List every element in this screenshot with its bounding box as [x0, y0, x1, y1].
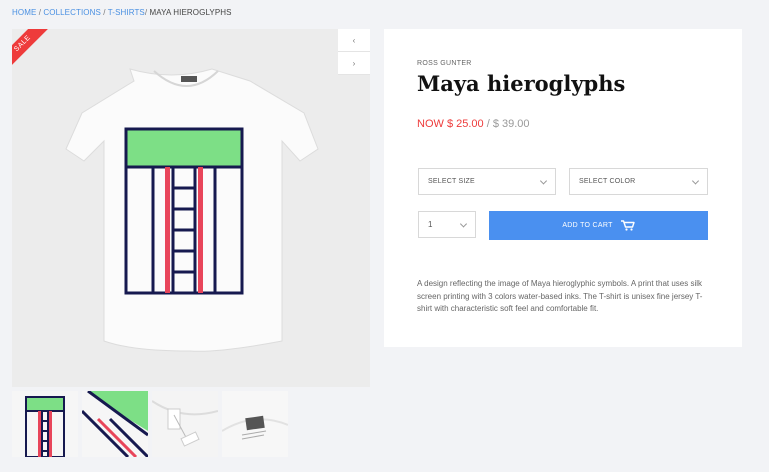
- chevron-down-icon: [539, 176, 548, 185]
- color-select[interactable]: SELECT COLOR: [569, 168, 708, 195]
- chevron-left-icon: ‹: [352, 35, 356, 45]
- breadcrumb-current: MAYA HIEROGLYPHS: [149, 8, 232, 17]
- thumbnail-2[interactable]: [82, 391, 148, 457]
- original-price: $ 39.00: [492, 118, 530, 130]
- breadcrumb-home-link[interactable]: HOME: [12, 8, 36, 17]
- thumbnail-image: [82, 391, 148, 457]
- color-select-label: SELECT COLOR: [579, 178, 636, 185]
- chevron-right-icon: ›: [352, 58, 356, 68]
- previous-image-button[interactable]: ‹: [338, 29, 370, 52]
- sale-price: NOW $ 25.00: [417, 118, 484, 130]
- breadcrumb-separator: /: [100, 8, 108, 17]
- cart-icon: [620, 220, 635, 231]
- size-select[interactable]: SELECT SIZE: [418, 168, 556, 195]
- tshirt-illustration: [12, 29, 338, 387]
- product-details-card: ROSS GUNTER Maya hieroglyphs NOW $ 25.00…: [384, 29, 742, 347]
- breadcrumb-tshirts-link[interactable]: T-SHIRTS: [108, 8, 145, 17]
- thumbnail-strip: [12, 391, 288, 457]
- thumbnail-1[interactable]: [12, 391, 78, 457]
- add-to-cart-label: ADD TO CART: [562, 222, 613, 229]
- image-gallery-background: [338, 75, 370, 387]
- thumbnail-image: [12, 391, 78, 457]
- chevron-down-icon: [691, 176, 700, 185]
- product-description: A design reflecting the image of Maya hi…: [417, 279, 703, 313]
- breadcrumb-collections-link[interactable]: COLLECTIONS: [43, 8, 101, 17]
- product-vendor[interactable]: ROSS GUNTER: [417, 60, 472, 67]
- thumbnail-image: [152, 391, 218, 457]
- product-price: NOW $ 25.00 / $ 39.00: [417, 118, 530, 130]
- breadcrumb: HOME / COLLECTIONS / T-SHIRTS/ MAYA HIER…: [12, 8, 232, 17]
- main-product-image[interactable]: SALE: [12, 29, 338, 387]
- quantity-value: 1: [428, 220, 433, 229]
- chevron-down-icon: [459, 219, 468, 228]
- size-select-label: SELECT SIZE: [428, 178, 475, 185]
- add-to-cart-button[interactable]: ADD TO CART: [489, 211, 708, 240]
- thumbnail-4[interactable]: [222, 391, 288, 457]
- next-image-button[interactable]: ›: [338, 52, 370, 75]
- thumbnail-3[interactable]: [152, 391, 218, 457]
- product-title: Maya hieroglyphs: [417, 71, 626, 96]
- thumbnail-image: [222, 391, 288, 457]
- quantity-select[interactable]: 1: [418, 211, 476, 238]
- price-separator: /: [483, 118, 493, 130]
